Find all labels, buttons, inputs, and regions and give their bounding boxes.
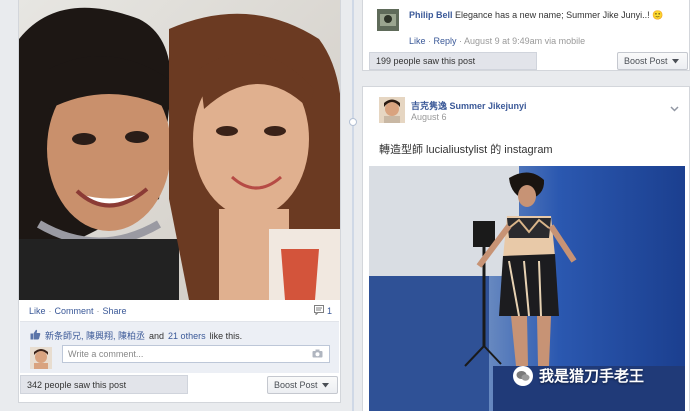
left-post-card: Like · Comment · Share 1 新条師兄, 陳興翔, 陳柏丞 and … — [18, 0, 341, 403]
comment-placeholder: Write a comment... — [68, 349, 144, 359]
post-author[interactable]: 吉克隽逸 Summer Jikejunyi — [411, 99, 527, 112]
caret-down-icon — [671, 56, 679, 66]
right-post-card: 吉克隽逸 Summer Jikejunyi August 6 轉造型師 luci… — [362, 86, 690, 411]
commenter-avatar[interactable] — [377, 9, 399, 31]
post-photo-two-women[interactable] — [19, 0, 340, 300]
commenter-name[interactable]: Philip Bell — [409, 10, 453, 20]
caret-down-icon — [321, 380, 329, 390]
comment-timestamp: August 9 at 9:49am via mobile — [464, 36, 586, 46]
liker-names[interactable]: 新条師兄, 陳興翔, 陳柏丞 — [45, 329, 145, 342]
comment-count-value: 1 — [326, 306, 332, 316]
post-actions: Like · Comment · Share — [29, 306, 127, 316]
thumbs-up-icon — [30, 329, 41, 342]
comment-like-link[interactable]: Like — [409, 36, 426, 46]
separator: · — [96, 306, 100, 316]
separator: · — [48, 306, 52, 316]
likes-suffix: like this. — [209, 330, 243, 341]
comment-input[interactable]: Write a comment... — [62, 345, 330, 363]
like-link[interactable]: Like — [29, 306, 46, 316]
likes-others-link[interactable]: 21 others — [168, 331, 206, 341]
comment-link[interactable]: Comment — [55, 306, 94, 316]
seen-count: 342 people saw this post — [20, 375, 188, 394]
likes-summary: 新条師兄, 陳興翔, 陳柏丞 and 21 others like this. — [20, 321, 339, 343]
timeline-spine — [352, 0, 354, 411]
watermark-text: 我是猎刀手老王 — [539, 368, 645, 385]
comment-meta: Like · Reply · August 9 at 9:49am via mo… — [409, 36, 586, 46]
boost-label: Boost Post — [624, 56, 668, 66]
watermark: 我是猎刀手老王 — [513, 365, 644, 386]
avatar[interactable] — [30, 347, 52, 369]
comment-text: Elegance has a new name; Summer Jike Jun… — [455, 10, 664, 20]
author-avatar[interactable] — [379, 97, 405, 123]
timeline-marker — [349, 118, 357, 126]
post-text: 轉造型師 lucialiustylist 的 instagram — [379, 144, 553, 156]
comment-count[interactable]: 1 — [313, 305, 332, 317]
comment-reply-link[interactable]: Reply — [434, 36, 457, 46]
boost-label: Boost Post — [274, 380, 318, 390]
chevron-down-icon[interactable] — [670, 99, 679, 117]
post-date[interactable]: August 6 — [411, 112, 447, 122]
likes-connector: and — [149, 330, 165, 341]
boost-post-button[interactable]: Boost Post — [617, 52, 688, 70]
share-link[interactable]: Share — [103, 306, 127, 316]
seen-count: 199 people saw this post — [369, 52, 537, 70]
comment-body: Philip Bell Elegance has a new name; Sum… — [409, 9, 679, 22]
comment-bubble-icon — [313, 305, 324, 317]
boost-post-button[interactable]: Boost Post — [267, 376, 338, 394]
wechat-icon — [513, 365, 533, 386]
camera-icon[interactable] — [312, 349, 323, 360]
comment-composer: Write a comment... — [20, 343, 339, 373]
previous-post-card: Philip Bell Elegance has a new name; Sum… — [362, 0, 690, 71]
